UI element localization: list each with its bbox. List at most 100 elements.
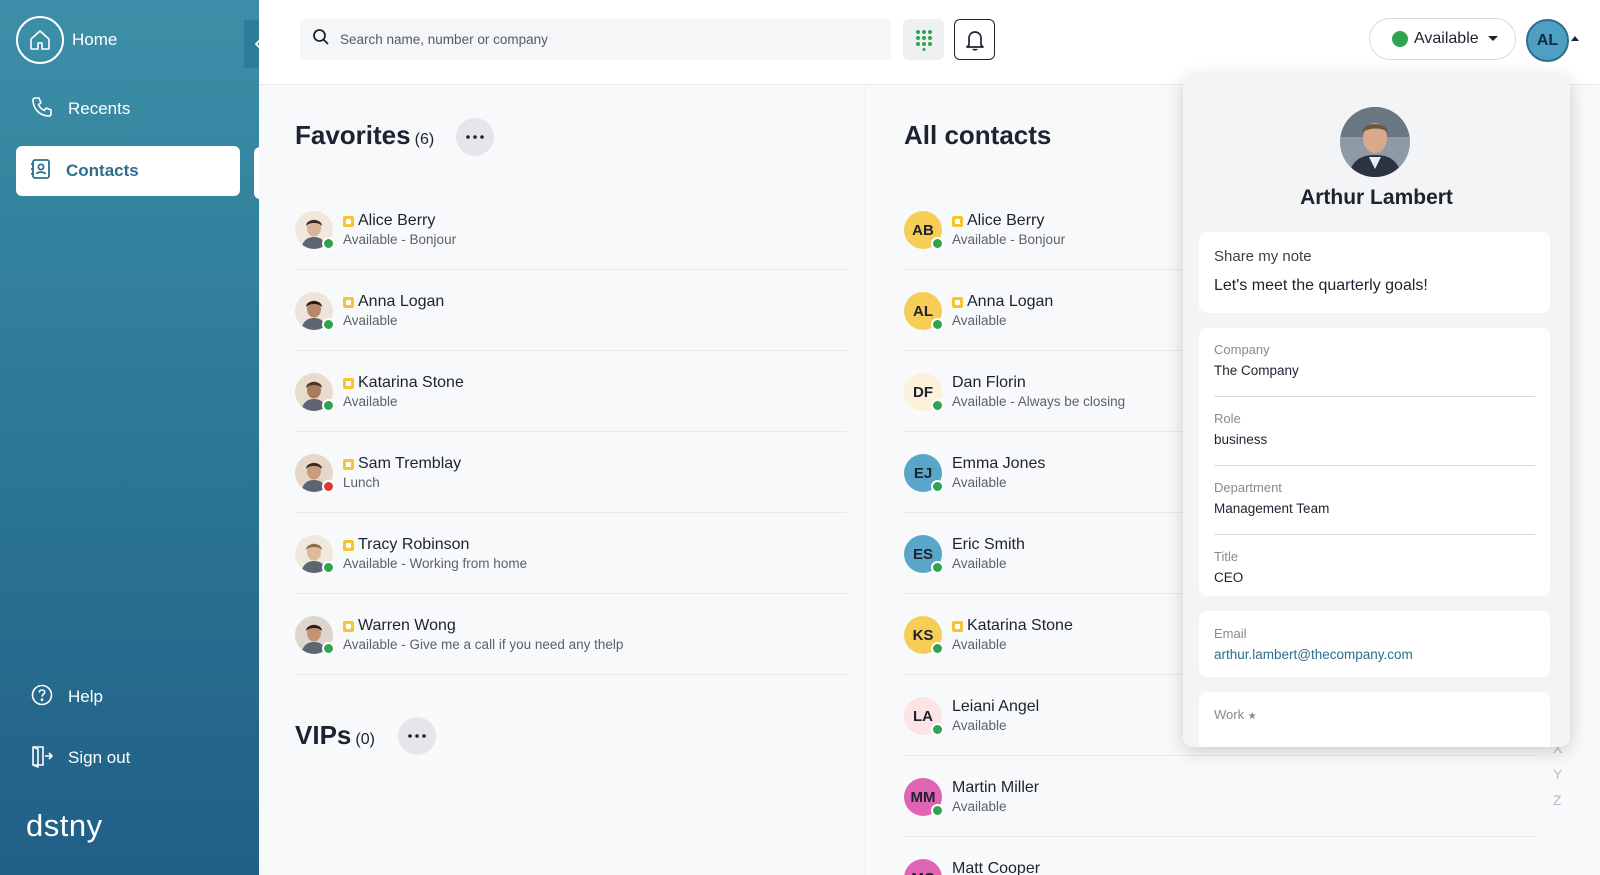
department-field: Department Management Team: [1214, 466, 1535, 535]
dialpad-icon: [915, 29, 932, 51]
profile-popover: Arthur Lambert Share my note Let's meet …: [1183, 75, 1570, 747]
search-box[interactable]: [300, 19, 891, 60]
user-avatar-button[interactable]: AL: [1526, 19, 1569, 62]
nav-sign-out[interactable]: Sign out: [16, 733, 240, 783]
contact-status: Available: [343, 313, 398, 328]
contact-row[interactable]: MCMatt CooperAvailable: [904, 838, 1536, 875]
favorite-star-icon: [343, 458, 354, 470]
contact-status: Available - Working from home: [343, 556, 528, 571]
details-card: Company The Company Role business Depart…: [1199, 328, 1550, 596]
nav-contacts[interactable]: Contacts: [16, 146, 240, 196]
favorite-star-icon: [343, 539, 354, 551]
phone-icon: [30, 95, 54, 124]
vips-more-button[interactable]: [398, 717, 436, 755]
presence-indicator: [322, 237, 335, 250]
contact-status: Available - Bonjour: [952, 232, 1066, 247]
brand-logo: dstny: [26, 808, 103, 843]
help-icon: [30, 683, 54, 712]
presence-indicator: [931, 399, 944, 412]
notifications-button[interactable]: [954, 19, 995, 60]
nav-recents-label: Recents: [68, 99, 131, 118]
contact-name: Sam Tremblay: [358, 455, 462, 472]
work-phone-card: Work ★: [1199, 692, 1550, 747]
favorite-star-icon: [952, 296, 963, 308]
nav-help[interactable]: Help: [16, 672, 240, 722]
email-link[interactable]: arthur.lambert@thecompany.com: [1214, 647, 1413, 662]
contact-name: Anna Logan: [967, 293, 1054, 310]
vips-heading: VIPs (0): [295, 720, 375, 751]
contact-name: Alice Berry: [967, 212, 1045, 229]
contact-row[interactable]: MM Martin Miller Available: [904, 757, 1536, 837]
favorite-contact-row[interactable]: Anna Logan Available: [295, 271, 847, 351]
contact-status: Available: [952, 475, 1007, 490]
contact-name: Tracy Robinson: [358, 536, 470, 553]
favorites-panel: Favorites (6) Alice Berry Available - Bonj…: [259, 85, 866, 875]
contact-status: Available: [952, 313, 1007, 328]
field-label: Department: [1214, 480, 1282, 495]
search-icon: [312, 28, 330, 51]
contact-status: Available: [952, 556, 1007, 571]
note-card[interactable]: Share my note Let's meet the quarterly g…: [1199, 232, 1550, 313]
presence-indicator: [322, 561, 335, 574]
title-field: Title CEO: [1214, 535, 1535, 604]
favorite-contact-row[interactable]: Sam Tremblay Lunch: [295, 433, 847, 513]
presence-indicator: [931, 723, 944, 736]
contact-status: Available: [952, 718, 1007, 733]
presence-indicator: [931, 561, 944, 574]
contact-status: Available: [343, 394, 398, 409]
nav-home-label: Home: [72, 30, 118, 49]
presence-indicator: [931, 480, 944, 493]
favorites-title: Favorites: [295, 120, 411, 150]
nav-home[interactable]: Home: [16, 16, 117, 64]
favorite-contact-row[interactable]: Alice Berry Available - Bonjour: [295, 190, 847, 270]
email-label: Email: [1214, 626, 1247, 641]
field-label: Role: [1214, 411, 1241, 426]
contact-avatar: MC: [904, 859, 942, 875]
work-label-text: Work: [1214, 707, 1245, 722]
company-field: Company The Company: [1214, 328, 1535, 397]
favorite-contact-row[interactable]: Warren Wong Available - Give me a call if…: [295, 595, 847, 675]
alphabet-index-letter[interactable]: Z: [1553, 792, 1562, 808]
contact-name: Alice Berry: [358, 212, 436, 229]
presence-indicator: [322, 318, 335, 331]
contact-name: Katarina Stone: [358, 374, 464, 391]
favorites-count: (6): [414, 131, 435, 148]
presence-indicator: [931, 642, 944, 655]
note-text: Let's meet the quarterly goals!: [1214, 277, 1428, 294]
field-value: CEO: [1214, 570, 1244, 585]
nav-sign-out-label: Sign out: [68, 748, 131, 767]
nav-help-label: Help: [68, 687, 103, 706]
presence-indicator: [322, 399, 335, 412]
favorite-contact-row[interactable]: Tracy Robinson Available - Working from h…: [295, 514, 847, 594]
role-field: Role business: [1214, 397, 1535, 466]
contact-status: Available - Bonjour: [343, 232, 457, 247]
availability-dropdown[interactable]: Available: [1369, 18, 1516, 60]
dialpad-button[interactable]: [903, 19, 944, 60]
favorites-heading: Favorites (6): [295, 120, 434, 151]
home-icon: [16, 16, 64, 64]
bell-icon: [965, 30, 984, 51]
favorite-star-icon: [343, 296, 354, 308]
favorite-contact-row[interactable]: Katarina Stone Available: [295, 352, 847, 432]
presence-indicator: [931, 237, 944, 250]
contact-name: Eric Smith: [952, 536, 1025, 553]
favorite-star-icon: [343, 620, 354, 632]
contact-status: Available - Always be closing: [952, 394, 1126, 409]
presence-indicator: [931, 804, 944, 817]
status-indicator: [1392, 31, 1408, 47]
status-label: Available: [1414, 30, 1479, 47]
vips-title: VIPs: [295, 720, 352, 750]
nav-contacts-label: Contacts: [66, 161, 139, 180]
favorites-more-button[interactable]: [456, 118, 494, 156]
favorite-star-icon: [343, 377, 354, 389]
nav-recents[interactable]: Recents: [16, 84, 240, 134]
favorite-star-icon: [952, 215, 963, 227]
alphabet-index-letter[interactable]: Y: [1553, 766, 1562, 782]
star-icon: ★: [1247, 711, 1257, 722]
presence-indicator: [322, 480, 335, 493]
note-label: Share my note: [1214, 248, 1312, 265]
presence-indicator: [322, 642, 335, 655]
search-input[interactable]: [340, 32, 860, 47]
email-card: Email arthur.lambert@thecompany.com: [1199, 611, 1550, 677]
contact-name: Martin Miller: [952, 779, 1040, 796]
